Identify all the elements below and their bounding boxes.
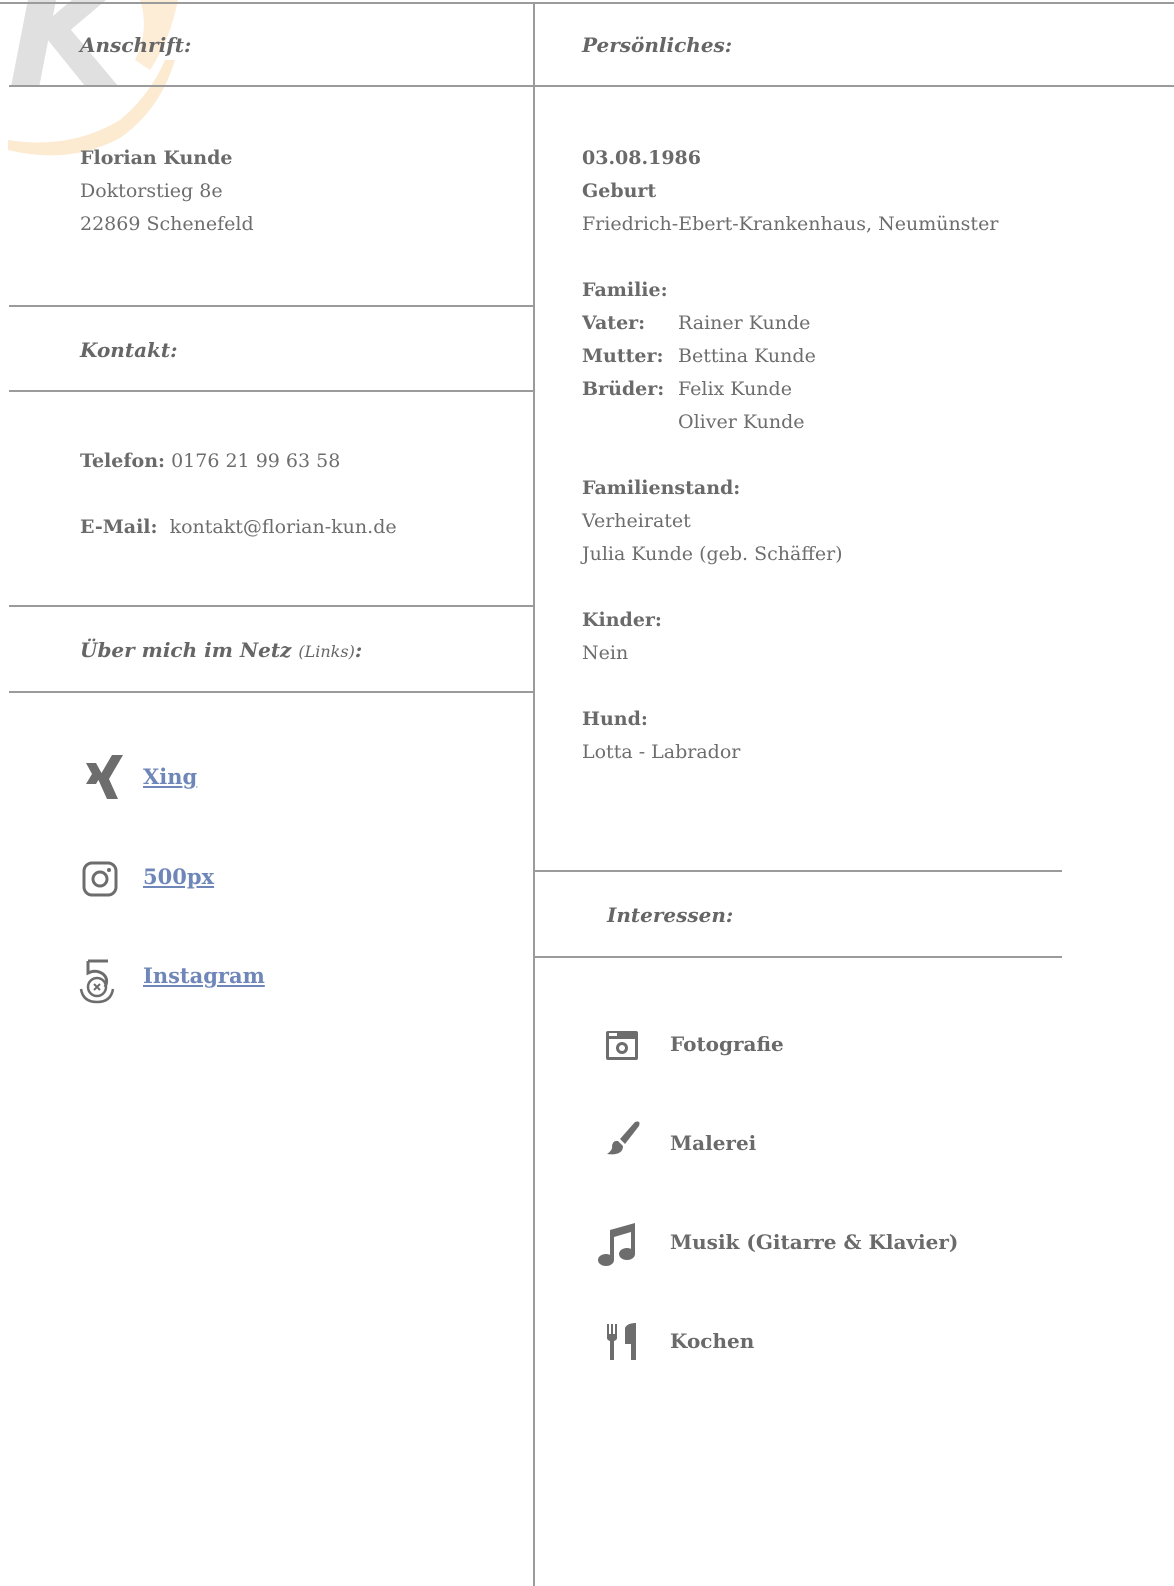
birth-place: Friedrich-Ebert-Krankenhaus, Neumünster [582,213,999,235]
music-note-icon [598,1223,635,1266]
marital-value: Verheiratet [582,510,691,532]
divider [9,691,535,693]
contact-email: E-Mail: kontakt@florian-kun.de [80,511,397,544]
logo-watermark: K [0,0,200,165]
divider [0,2,1174,4]
cutlery-icon [607,1323,636,1360]
divider [535,870,1062,872]
contact-phone: Telefon: 0176 21 99 63 58 [80,445,340,478]
birth-date: 03.08.1986 [582,147,701,169]
family-father: Vater: Rainer Kunde [582,312,811,334]
family-brother-2: Oliver Kunde [678,411,805,433]
netz-title-small: (Links) [298,642,355,661]
birth-label: Geburt [582,180,657,202]
interest-musik: Musik (Gitarre & Klavier) [670,1230,959,1254]
instagram-icon[interactable] [82,860,118,898]
children-value: Nein [582,642,629,664]
family-label: Familie: [582,279,668,301]
interest-kochen: Kochen [670,1329,755,1353]
family-brothers: Brüder: Felix Kunde [582,378,792,400]
xing-icon[interactable] [84,753,124,801]
section-heading-kontakt: Kontakt: [80,338,178,362]
address-street: Doktorstieg 8e [80,180,223,202]
interest-malerei: Malerei [670,1131,757,1155]
paintbrush-icon [607,1121,640,1155]
phone-value[interactable]: 0176 21 99 63 58 [171,450,340,472]
netz-title: Über mich im Netz [80,638,292,662]
personal-block: 03.08.1986 Geburt Friedrich-Ebert-Kranke… [582,142,998,769]
interest-fotografie: Fotografie [670,1032,784,1056]
email-value[interactable]: kontakt@florian-kun.de [170,516,397,538]
address-name: Florian Kunde [80,147,233,169]
email-label: E-Mail: [80,516,158,538]
dog-label: Hund: [582,708,648,730]
children-label: Kinder: [582,609,662,631]
camera-icon [606,1031,638,1060]
link-500px[interactable]: 500px [143,864,214,889]
divider [9,390,535,392]
section-heading-netz: Über mich im Netz (Links): [80,638,362,662]
divider [535,956,1062,958]
spouse-value: Julia Kunde (geb. Schäffer) [582,543,843,565]
netz-title-suffix: : [354,638,363,662]
500px-icon[interactable] [78,957,116,1005]
link-xing[interactable]: Xing [143,764,197,789]
divider [9,605,535,607]
divider [9,85,1174,87]
link-instagram[interactable]: Instagram [143,963,265,988]
address-block: Florian Kunde Doktorstieg 8e 22869 Schen… [80,142,254,241]
section-heading-persoenliches: Persönliches: [582,33,733,57]
address-city: 22869 Schenefeld [80,213,254,235]
family-mother: Mutter: Bettina Kunde [582,345,816,367]
section-heading-anschrift: Anschrift: [80,33,192,57]
marital-label: Familienstand: [582,477,741,499]
column-divider [533,2,535,1586]
divider [9,305,535,307]
section-heading-interessen: Interessen: [607,903,734,927]
phone-label: Telefon: [80,450,166,472]
dog-value: Lotta - Labrador [582,741,741,763]
